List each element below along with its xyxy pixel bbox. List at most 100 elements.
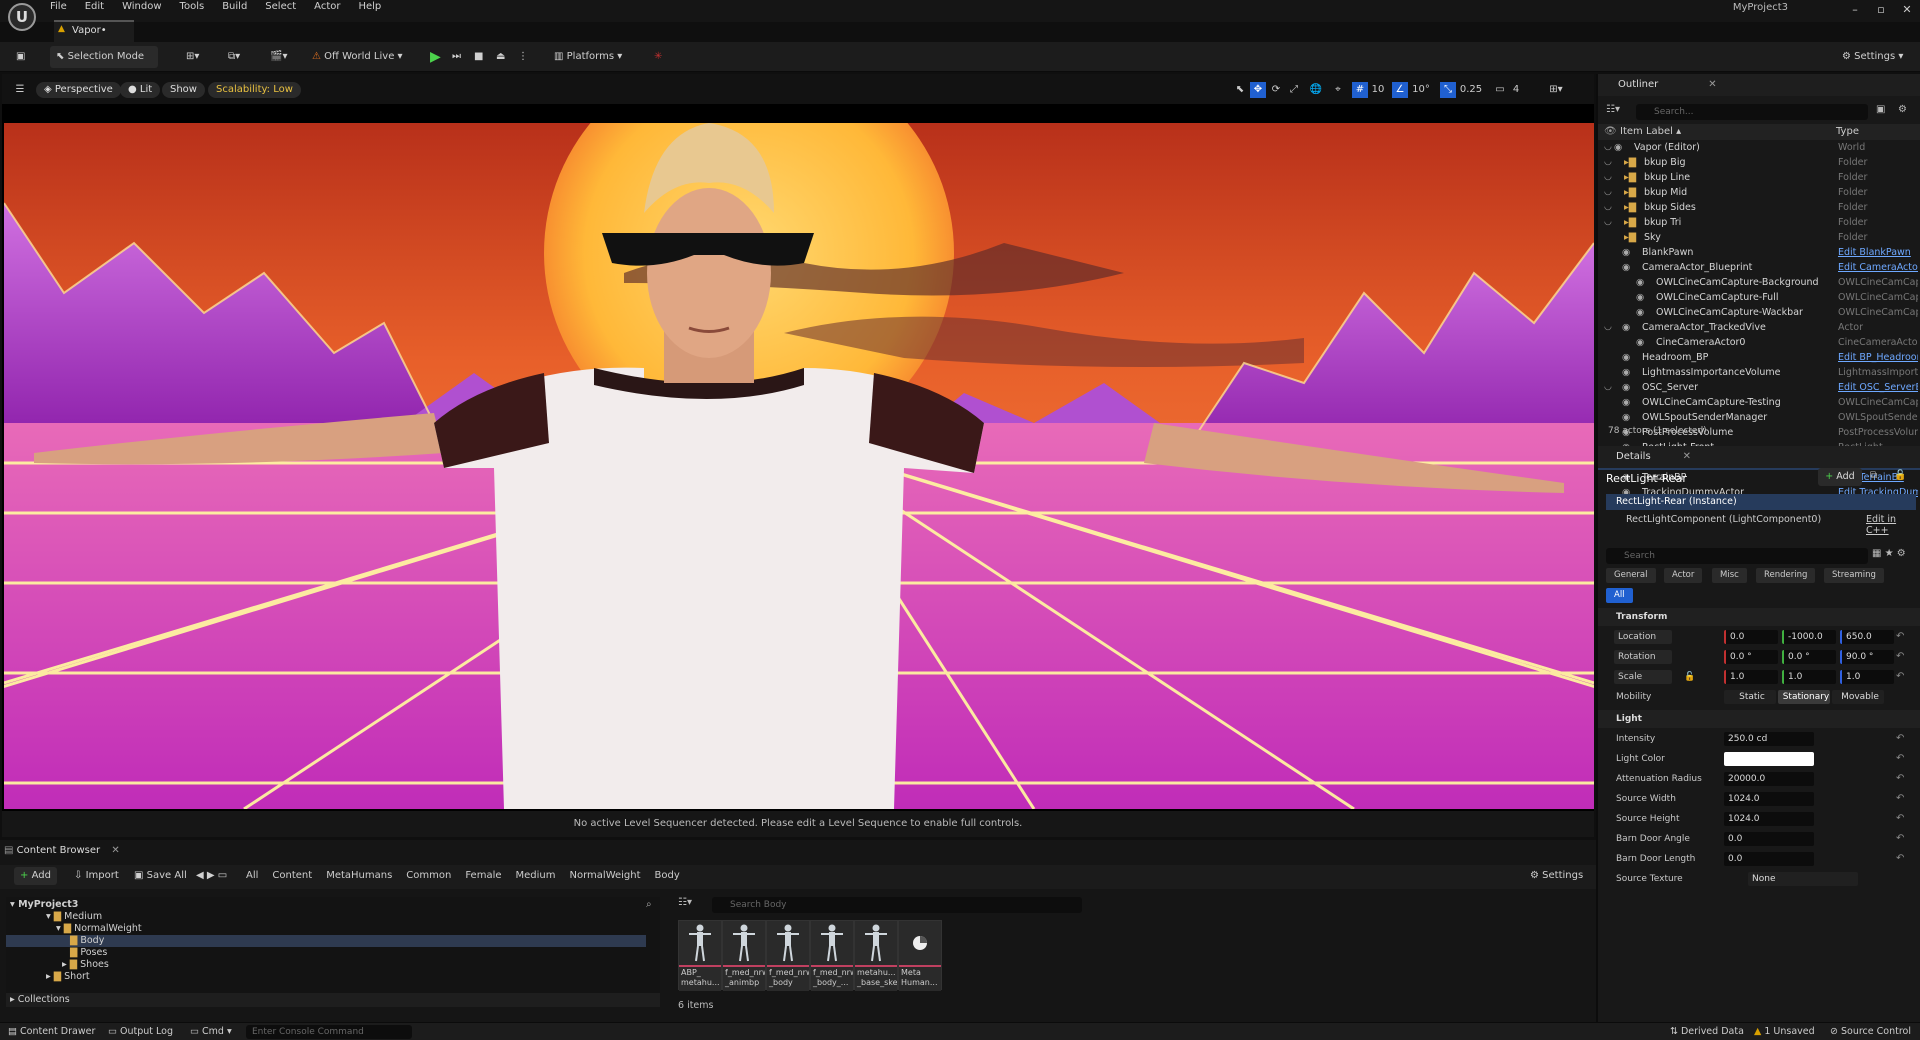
visibility-eye-icon[interactable]: ◡ [1604, 140, 1612, 155]
scale-snap-value[interactable]: 0.25 [1458, 82, 1484, 98]
save-icon[interactable]: ▣ [10, 46, 31, 68]
outliner-search-input[interactable]: Search... [1636, 104, 1868, 120]
actor-name[interactable]: RectLight-Rear [1606, 472, 1687, 485]
type-column[interactable]: Type [1836, 124, 1859, 140]
reset-width-icon[interactable]: ↶ [1896, 790, 1904, 808]
details-close-icon[interactable]: ✕ [1683, 451, 1691, 462]
asset-tile[interactable]: f_med_nrw _animbp [722, 920, 766, 991]
eject-icon[interactable]: ⏏ [490, 46, 511, 68]
layout-icon[interactable]: ⊞▾ [1542, 82, 1570, 98]
add-folder-icon[interactable]: ▣ [1876, 104, 1885, 115]
source-texture-dropdown[interactable]: None [1748, 872, 1858, 886]
derived-data-button[interactable]: ⇅ Derived Data [1670, 1026, 1744, 1037]
cinematics-icon[interactable]: 🎬▾ [264, 46, 293, 68]
outliner-row[interactable]: ◉ LightmassImportanceVolume LightmassImpor… [1598, 365, 1920, 380]
scale-z[interactable]: 1.0 [1840, 670, 1894, 684]
reset-attenuation-icon[interactable]: ↶ [1896, 770, 1904, 788]
reset-rotation-icon[interactable]: ↶ [1896, 648, 1904, 666]
crumb-female[interactable]: Female [465, 870, 501, 881]
asset-tile[interactable]: f_med_nrw _body [766, 920, 810, 991]
reset-angle-icon[interactable]: ↶ [1896, 830, 1904, 848]
outliner-row[interactable]: ◡ ◉ OSC_Server Edit OSC_ServerBl [1598, 380, 1920, 395]
outliner-row[interactable]: ◉ OWLCineCamCapture-Testing OWLCineCamCapt… [1598, 395, 1920, 410]
outliner-row-type[interactable]: Edit CameraActor_ [1838, 260, 1918, 275]
asset-tile[interactable]: metahu... _base_skel [854, 920, 898, 991]
menu-build[interactable]: Build [222, 0, 247, 14]
source-width-field[interactable]: 1024.0 [1724, 792, 1814, 806]
asset-tile[interactable]: f_med_nrw _body_... [810, 920, 854, 991]
location-y[interactable]: -1000.0 [1782, 630, 1836, 644]
tree-medium[interactable]: ▾ ▇ Medium [46, 911, 102, 923]
outliner-row[interactable]: ◡ ▸▇ bkup Line Folder [1598, 170, 1920, 185]
attenuation-field[interactable]: 20000.0 [1724, 772, 1814, 786]
reset-length-icon[interactable]: ↶ [1896, 850, 1904, 868]
visibility-eye-icon[interactable]: ◡ [1604, 185, 1612, 200]
crumb-content[interactable]: Content [272, 870, 312, 881]
location-x[interactable]: 0.0 [1724, 630, 1778, 644]
grid-snap-icon[interactable]: # [1352, 82, 1368, 98]
console-input[interactable]: Enter Console Command [246, 1025, 412, 1039]
viewport-menu-icon[interactable]: ☰ [12, 82, 28, 98]
lock-icon[interactable]: 🔓 [1894, 470, 1906, 481]
reset-height-icon[interactable]: ↶ [1896, 810, 1904, 828]
content-add-button[interactable]: + Add [14, 867, 57, 885]
menu-window[interactable]: Window [122, 0, 161, 14]
stop-icon[interactable]: ■ [468, 46, 489, 68]
component-row[interactable]: RectLightComponent (LightComponent0) [1626, 514, 1821, 525]
rotation-y[interactable]: 0.0 ° [1782, 650, 1836, 664]
reset-scale-icon[interactable]: ↶ [1896, 668, 1904, 686]
tree-search-icon[interactable]: ⌕ [646, 899, 652, 910]
visibility-eye-icon[interactable]: ◡ [1604, 200, 1612, 215]
maximize-icon[interactable]: ▫ [1868, 0, 1894, 20]
outliner-row[interactable]: ◉ OWLSpoutSenderManager OWLSpoutSenderM [1598, 410, 1920, 425]
camera-speed-icon[interactable]: ▭ [1492, 82, 1508, 98]
menu-file[interactable]: File [50, 0, 67, 14]
history-back-icon[interactable]: ◀ ▶ ▭ [190, 867, 233, 885]
location-z[interactable]: 650.0 [1840, 630, 1894, 644]
asset-tile[interactable]: ABP_ metahu... [678, 920, 722, 991]
scale-tool-icon[interactable]: ⤢ [1286, 82, 1302, 98]
menu-help[interactable]: Help [358, 0, 381, 14]
transform-section[interactable]: Transform [1598, 608, 1920, 626]
reset-location-icon[interactable]: ↶ [1896, 628, 1904, 646]
visibility-eye-icon[interactable]: ◡ [1604, 380, 1612, 395]
scale-dropdown[interactable]: Scale [1614, 670, 1672, 684]
visibility-eye-icon[interactable]: ◡ [1604, 170, 1612, 185]
rotate-tool-icon[interactable]: ⟳ [1268, 82, 1284, 98]
select-tool-icon[interactable]: ⬉ [1232, 82, 1248, 98]
tree-short[interactable]: ▸ ▇ Short [46, 971, 90, 983]
world-dropdown[interactable]: ⚠ Off World Live ▾ [306, 46, 409, 68]
label-column[interactable]: Item Label ▴ [1620, 124, 1681, 140]
outliner-row[interactable]: ◉ OWLCineCamCapture-Wackbar OWLCineCamCapt… [1598, 305, 1920, 320]
asset-tile[interactable]: Meta Human... [898, 920, 942, 991]
crumb-normalweight[interactable]: NormalWeight [570, 870, 641, 881]
outliner-row-type[interactable]: Edit BlankPawn [1838, 245, 1918, 260]
edit-cpp-link[interactable]: Edit in C++ [1866, 514, 1920, 536]
location-dropdown[interactable]: Location [1614, 630, 1672, 644]
intensity-field[interactable]: 250.0 cd [1724, 732, 1814, 746]
outliner-row-type[interactable]: Edit BP_Headroom [1838, 350, 1918, 365]
scale-x[interactable]: 1.0 [1724, 670, 1778, 684]
scalability-badge[interactable]: Scalability: Low [208, 82, 301, 98]
tree-shoes[interactable]: ▸ ▇ Shoes [62, 959, 109, 971]
cmd-dropdown[interactable]: ▭ Cmd ▾ [190, 1026, 232, 1037]
reset-color-icon[interactable]: ↶ [1896, 750, 1904, 768]
source-height-field[interactable]: 1024.0 [1724, 812, 1814, 826]
close-window-icon[interactable]: ✕ [1894, 0, 1920, 20]
show-button[interactable]: Show [162, 82, 205, 98]
reset-intensity-icon[interactable]: ↶ [1896, 730, 1904, 748]
play-icon[interactable]: ▶ [424, 46, 447, 68]
crumb-body[interactable]: Body [655, 870, 680, 881]
outliner-row[interactable]: ◉ BlankPawn Edit BlankPawn [1598, 245, 1920, 260]
rotation-snap-icon[interactable]: ∠ [1392, 82, 1408, 98]
content-close-icon[interactable]: ✕ [111, 845, 119, 856]
details-search-input[interactable]: Search [1606, 548, 1868, 564]
asset-filter-icon[interactable]: ☷▾ [678, 897, 692, 908]
output-log-button[interactable]: ▭ Output Log [108, 1026, 173, 1037]
visibility-eye-icon[interactable]: ◡ [1604, 155, 1612, 170]
import-button[interactable]: ⇩ Import [68, 867, 125, 885]
outliner-row[interactable]: ◉ OWLCineCamCapture-Full OWLCineCamCaptu [1598, 290, 1920, 305]
menu-tools[interactable]: Tools [180, 0, 205, 14]
world-space-icon[interactable]: 🌐 [1308, 82, 1324, 98]
blueprint-icon[interactable]: ⧉ [1870, 470, 1877, 481]
